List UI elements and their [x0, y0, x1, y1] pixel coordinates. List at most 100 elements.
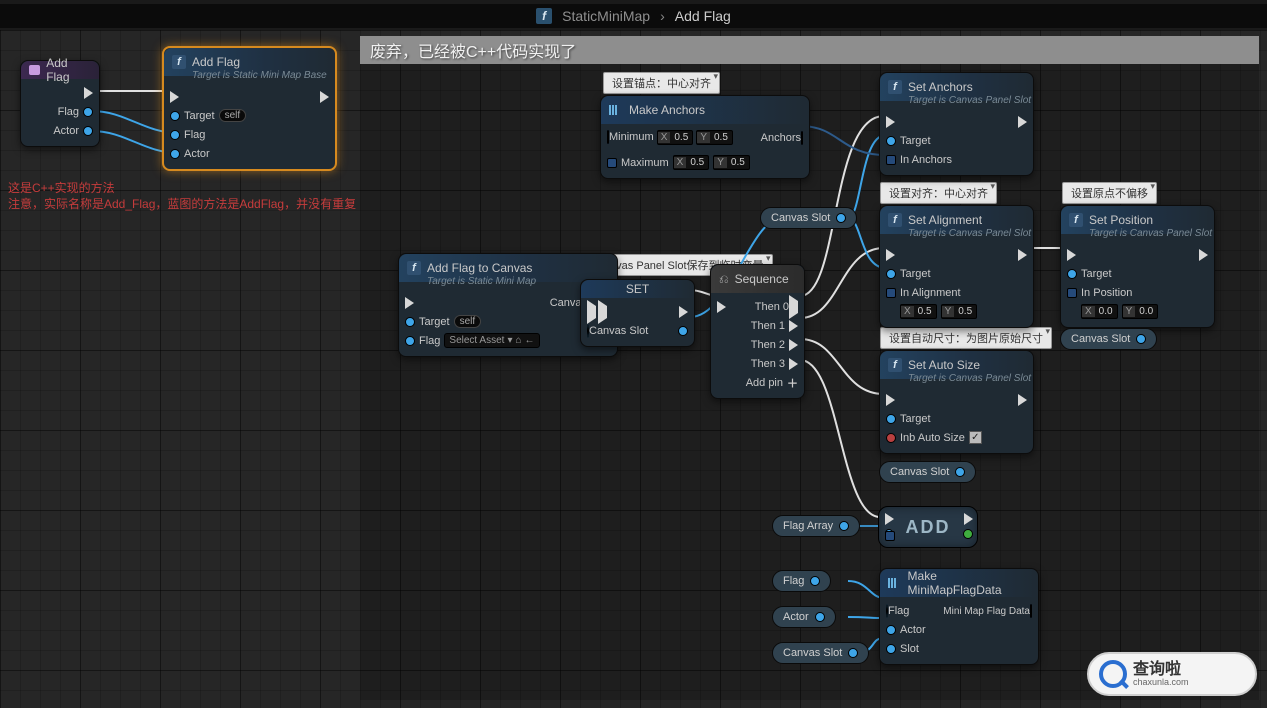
exec-then0[interactable] — [789, 295, 798, 319]
exec-out-pin[interactable] — [1018, 249, 1027, 261]
exec-in-pin[interactable] — [405, 297, 414, 309]
exec-in-pin2[interactable] — [598, 300, 607, 324]
exec-in-pin[interactable] — [587, 300, 596, 324]
pin-target-in[interactable] — [170, 111, 180, 121]
exec-then3[interactable] — [789, 358, 798, 370]
exec-in-pin[interactable] — [717, 301, 726, 313]
asset-selector[interactable]: Select Asset▾ ⌂ ← — [444, 333, 539, 348]
add-pin-label[interactable]: Add pin — [746, 377, 783, 389]
comment-set-auto-size[interactable]: 设置自动尺寸：为图片原始尺寸▾ — [880, 327, 1052, 349]
var-canvas-slot-bottom[interactable]: Canvas Slot — [772, 642, 869, 664]
node-set-alignment[interactable]: fSet Alignment Target is Canvas Panel Sl… — [879, 205, 1034, 328]
close-icon[interactable]: ▾ — [990, 181, 995, 192]
pin-target-in[interactable] — [886, 136, 896, 146]
pin-label: Flag — [184, 129, 205, 141]
pin-target-in[interactable] — [405, 317, 415, 327]
pin-actor-in[interactable] — [886, 625, 896, 635]
pin-out[interactable] — [848, 648, 858, 658]
exec-out-pin[interactable] — [1199, 249, 1208, 261]
max-x-input[interactable]: X0.5 — [673, 155, 710, 170]
comment-set-alignment[interactable]: 设置对齐：中心对齐▾ — [880, 182, 997, 204]
close-icon[interactable]: ▾ — [766, 253, 771, 264]
exec-in-pin[interactable] — [170, 91, 179, 103]
exec-then2[interactable] — [789, 339, 798, 351]
browse-icon[interactable]: ⌂ — [515, 335, 521, 346]
exec-in-pin[interactable] — [886, 116, 895, 128]
pin-target-in[interactable] — [886, 414, 896, 424]
var-actor[interactable]: Actor — [772, 606, 836, 628]
node-make-anchors[interactable]: Make Anchors Minimum X0.5 Y0.5 Anchors M… — [600, 95, 810, 179]
max-y-input[interactable]: Y0.5 — [713, 155, 750, 170]
node-set[interactable]: SET Canvas Slot — [580, 279, 695, 347]
node-set-auto-size[interactable]: fSet Auto Size Target is Canvas Panel Sl… — [879, 350, 1034, 454]
exec-out-pin[interactable] — [320, 91, 329, 103]
pin-index-out[interactable] — [963, 529, 973, 539]
use-icon[interactable]: ← — [525, 335, 535, 346]
pin-item-in[interactable] — [885, 531, 895, 541]
node-set-anchors[interactable]: fSet Anchors Target is Canvas Panel Slot… — [879, 72, 1034, 176]
node-sequence[interactable]: ⎌Sequence Then 0 Then 1 Then 2 Then 3 Ad… — [710, 264, 805, 399]
align-y-input[interactable]: Y0.5 — [941, 304, 978, 319]
pin-in-alignment[interactable] — [886, 288, 896, 298]
pin-slot-in[interactable] — [886, 644, 896, 654]
exec-out-pin[interactable] — [84, 87, 93, 99]
pos-y-input[interactable]: Y0.0 — [1122, 304, 1159, 319]
exec-in-pin[interactable] — [1067, 249, 1076, 261]
close-icon[interactable]: ▾ — [713, 71, 718, 82]
pin-target-in[interactable] — [886, 269, 896, 279]
exec-out-pin[interactable] — [679, 306, 688, 318]
pos-x-input[interactable]: X0.0 — [1081, 304, 1118, 319]
node-make-minimap-flag-data[interactable]: Make MiniMapFlagData Flag Mini Map Flag … — [879, 568, 1039, 665]
close-icon[interactable]: ▾ — [1045, 326, 1050, 337]
pin-flag-in[interactable] — [170, 130, 180, 140]
comment-make-anchors[interactable]: 设置锚点：中心对齐▾ — [603, 72, 720, 94]
pin-max-in[interactable] — [607, 158, 617, 168]
pin-anchors-out[interactable] — [801, 131, 803, 145]
plus-icon[interactable]: ＋ — [787, 375, 798, 391]
pin-out[interactable] — [839, 521, 849, 531]
comment-set-position[interactable]: 设置原点不偏移▾ — [1062, 182, 1157, 204]
min-y-input[interactable]: Y0.5 — [696, 130, 733, 145]
close-icon[interactable]: ▾ — [1150, 181, 1155, 192]
function-icon: f — [407, 261, 421, 275]
node-array-add[interactable]: ADD — [878, 506, 978, 548]
node-add-flag[interactable]: f Add Flag Target is Static Mini Map Bas… — [162, 46, 337, 171]
pin-target-in[interactable] — [1067, 269, 1077, 279]
node-set-position[interactable]: fSet Position Target is Canvas Panel Slo… — [1060, 205, 1215, 328]
var-flag-array[interactable]: Flag Array — [772, 515, 860, 537]
exec-out-pin[interactable] — [964, 513, 973, 525]
pin-label: Target — [1081, 268, 1112, 280]
exec-in-pin[interactable] — [885, 513, 894, 525]
align-x-input[interactable]: X0.5 — [900, 304, 937, 319]
var-canvas-slot-auto[interactable]: Canvas Slot — [879, 461, 976, 483]
pin-out[interactable] — [1136, 334, 1146, 344]
exec-out-pin[interactable] — [1018, 394, 1027, 406]
pin-out[interactable] — [815, 612, 825, 622]
pin-in-anchors[interactable] — [886, 155, 896, 165]
var-flag[interactable]: Flag — [772, 570, 831, 592]
pin-out[interactable] — [836, 213, 846, 223]
var-canvas-slot[interactable]: Canvas Slot — [760, 207, 857, 229]
node-title: ADD — [906, 517, 951, 538]
node-title: Make Anchors — [629, 103, 705, 117]
exec-in-pin[interactable] — [886, 394, 895, 406]
checkbox-autosize[interactable]: ✓ — [969, 431, 982, 444]
breadcrumb-parent[interactable]: StaticMiniMap — [562, 8, 650, 24]
pin-out[interactable] — [810, 576, 820, 586]
pin-actor-out[interactable] — [83, 126, 93, 136]
pin-flag-out[interactable] — [83, 107, 93, 117]
exec-out-pin[interactable] — [1018, 116, 1027, 128]
pin-autosize-in[interactable] — [886, 433, 896, 443]
node-function-entry[interactable]: Add Flag Flag Actor — [20, 60, 100, 147]
pin-flag-in[interactable] — [405, 336, 415, 346]
exec-in-pin[interactable] — [886, 249, 895, 261]
var-canvas-slot-pos[interactable]: Canvas Slot — [1060, 328, 1157, 350]
exec-then1[interactable] — [789, 320, 798, 332]
pin-out[interactable] — [955, 467, 965, 477]
pin-label: In Alignment — [900, 287, 961, 299]
pin-in-position[interactable] — [1067, 288, 1077, 298]
pin-actor-in[interactable] — [170, 149, 180, 159]
min-x-input[interactable]: X0.5 — [657, 130, 694, 145]
pin-flagdata-out[interactable] — [1030, 604, 1032, 618]
pin-var-out[interactable] — [678, 326, 688, 336]
